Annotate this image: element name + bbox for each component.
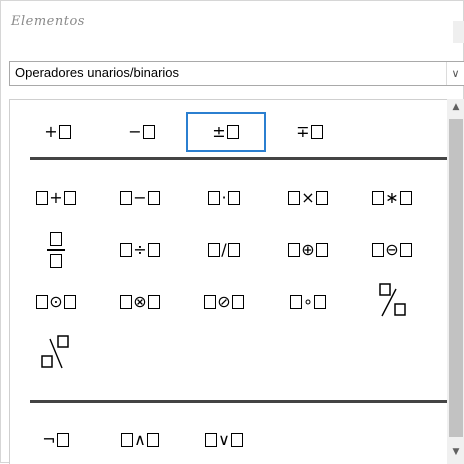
operator-symbol: × (301, 188, 315, 207)
placeholder-box (36, 191, 49, 205)
panel-title: Elementos (11, 14, 85, 29)
placeholder-box (120, 295, 133, 309)
section-separator (30, 400, 450, 403)
operator-symbol: ∗ (385, 188, 399, 207)
operator-symbol: ⊖ (385, 240, 399, 259)
operator-symbol: ⊕ (301, 240, 315, 259)
symbol-minus-plus[interactable]: ∓ (270, 112, 350, 152)
symbol-odot[interactable]: ⊙ (16, 282, 96, 322)
symbol-asterisk[interactable]: ∗ (352, 178, 432, 218)
placeholder-box (315, 191, 328, 205)
operator-symbol: ⊗ (133, 292, 147, 311)
placeholder-box (230, 433, 243, 447)
placeholder-box (372, 191, 385, 205)
symbol-circ[interactable]: ∘ (268, 282, 348, 322)
placeholder-box (63, 191, 76, 205)
operator-symbol: ÷ (133, 240, 147, 259)
chevron-down-icon[interactable]: ▼ (447, 444, 464, 461)
category-selected: Operadores unarios/binarios (15, 65, 180, 80)
placeholder-box (289, 295, 302, 309)
placeholder-box (314, 295, 326, 309)
chevron-down-icon[interactable]: ∨ (446, 62, 464, 85)
placeholder-box (147, 243, 160, 257)
placeholder-box (310, 125, 323, 139)
symbol-oplus[interactable]: ⊕ (268, 230, 348, 270)
placeholder-box (50, 232, 62, 246)
symbol-ominus[interactable]: ⊖ (352, 230, 432, 270)
placeholder-box (120, 191, 133, 205)
chevron-up-icon[interactable]: ▲ (447, 99, 464, 116)
operator-symbol: ¬ (42, 430, 56, 449)
symbol-wide-backslash[interactable] (16, 334, 96, 374)
operator-symbol: + (44, 122, 58, 141)
symbol-wide-slash[interactable] (352, 282, 432, 322)
placeholder-box (121, 433, 134, 447)
placeholder-box (63, 295, 76, 309)
operator-symbol: · (221, 188, 227, 207)
category-dropdown[interactable]: Operadores unarios/binarios ∨ (9, 61, 464, 86)
placeholder-box (288, 191, 301, 205)
elements-panel: Elementos Operadores unarios/binarios ∨ … (0, 0, 464, 464)
placeholder-box (147, 191, 160, 205)
placeholder-box (399, 191, 412, 205)
symbol-add[interactable]: + (16, 178, 96, 218)
symbol-slash[interactable]: / (184, 230, 264, 270)
operator-symbol: ∨ (218, 430, 230, 449)
vertical-scrollbar[interactable]: ▲ ▼ (447, 99, 464, 464)
symbol-times[interactable]: × (268, 178, 348, 218)
placeholder-box (50, 254, 62, 268)
placeholder-box (208, 243, 221, 257)
symbol-divide[interactable]: ÷ (100, 230, 180, 270)
placeholder-box (288, 243, 301, 257)
placeholder-box (142, 125, 155, 139)
symbol-or[interactable]: ∨ (184, 420, 264, 460)
operator-symbol: ± (212, 122, 226, 141)
placeholder-box (315, 243, 328, 257)
placeholder-box (399, 243, 412, 257)
operator-symbol: − (128, 122, 142, 141)
placeholder-box (231, 295, 244, 309)
operator-symbol: ∘ (302, 292, 313, 311)
elements-grid: + − ± ∓ + − · × ∗ ÷ / ⊕ ⊖ ⊙ ⊗ ⊘ ∘ ¬ ∧ ∨ (9, 99, 450, 464)
symbol-fraction[interactable] (16, 230, 96, 270)
placeholder-box (147, 295, 160, 309)
operator-symbol: ⊘ (217, 292, 231, 311)
placeholder-box (372, 243, 385, 257)
placeholder-box (120, 243, 133, 257)
placeholder-box (36, 295, 49, 309)
operator-symbol: ∧ (134, 430, 146, 449)
operator-symbol: ⊙ (49, 292, 63, 311)
placeholder-box (208, 191, 221, 205)
panel-title-button[interactable] (453, 21, 464, 43)
symbol-oslash[interactable]: ⊘ (184, 282, 264, 322)
operator-symbol: + (49, 188, 63, 207)
symbol-minus[interactable]: − (102, 112, 182, 152)
placeholder-box (227, 191, 240, 205)
section-separator (30, 157, 450, 160)
symbol-otimes[interactable]: ⊗ (100, 282, 180, 322)
placeholder-box (205, 433, 218, 447)
placeholder-box (204, 295, 217, 309)
symbol-not[interactable]: ¬ (16, 420, 96, 460)
symbol-cdot[interactable]: · (184, 178, 264, 218)
symbol-plus-minus[interactable]: ± (186, 112, 266, 152)
placeholder-box (227, 243, 240, 257)
operator-symbol: / (221, 240, 227, 259)
placeholder-box (56, 433, 69, 447)
placeholder-box (146, 433, 159, 447)
symbol-and[interactable]: ∧ (100, 420, 180, 460)
placeholder-box (58, 125, 71, 139)
operator-symbol: ∓ (296, 122, 310, 141)
scrollbar-thumb[interactable] (449, 119, 463, 437)
operator-symbol: − (133, 188, 147, 207)
symbol-plus[interactable]: + (18, 112, 98, 152)
placeholder-box (226, 125, 239, 139)
symbol-subtract[interactable]: − (100, 178, 180, 218)
